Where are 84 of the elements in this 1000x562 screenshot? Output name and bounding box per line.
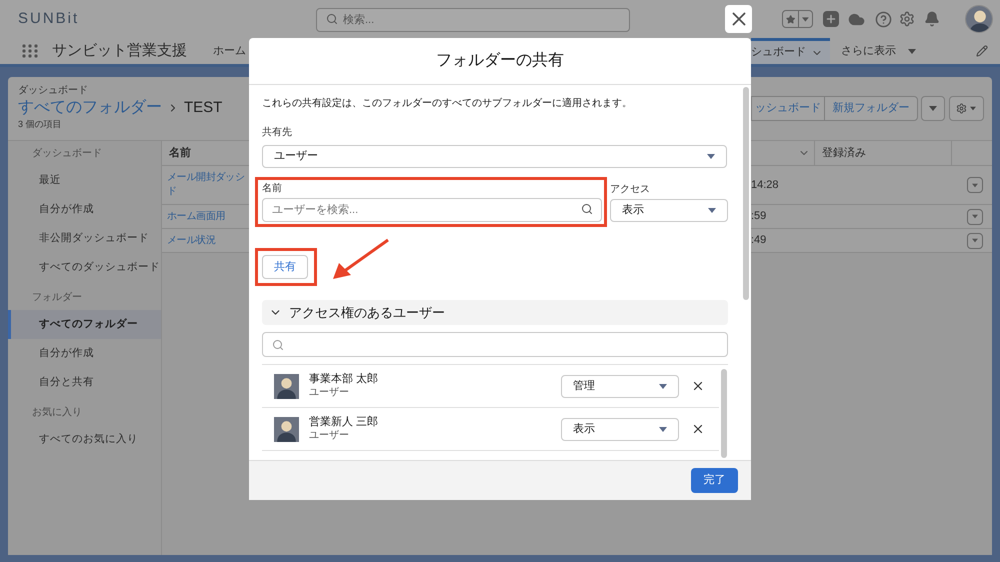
add-icon[interactable] (823, 11, 839, 27)
sidebar-heading: フォルダー (31, 291, 83, 305)
caret-icon (929, 106, 937, 111)
user-name: 営業新人 三郎 (309, 415, 378, 429)
gear-icon (956, 103, 967, 114)
search-icon (581, 203, 593, 215)
sidebar-item[interactable]: 非公開ダッシュボード (8, 224, 161, 253)
caret-icon (970, 106, 976, 110)
app-name: サンビット営業支援 (52, 40, 187, 61)
remove-icon[interactable] (691, 379, 705, 393)
avatar-icon (966, 6, 992, 32)
table-cell-text: 14:28 (751, 178, 779, 193)
caret-icon (908, 48, 916, 54)
user-name: 事業本部 太郎 (309, 372, 378, 386)
page-title: TEST (184, 98, 222, 118)
user-avatar[interactable] (965, 5, 993, 33)
search-icon (326, 13, 338, 25)
user-type: ユーザー (309, 429, 350, 443)
breadcrumb-link[interactable]: すべてのフォルダー (18, 98, 162, 118)
dashboard-link[interactable]: ド (167, 185, 249, 199)
caret-icon (972, 238, 978, 242)
avatar-icon (274, 416, 299, 442)
share-with-select[interactable]: ユーザー (262, 145, 727, 168)
scrollbar[interactable] (743, 87, 749, 300)
header-button[interactable]: 新規フォルダー (824, 97, 917, 120)
dashboard-link[interactable]: メール開封ダッシ (167, 171, 249, 185)
row-menu-button[interactable] (967, 208, 983, 224)
caret-icon (707, 154, 715, 159)
sidebar-item[interactable]: すべてのフォルダー (8, 310, 161, 339)
done-button[interactable]: 完了 (691, 468, 738, 493)
access-select[interactable]: 管理 (561, 374, 679, 398)
field-label: アクセス (610, 183, 651, 197)
nav-tab[interactable]: ホーム (213, 42, 246, 60)
sidebar-heading: ダッシュボード (31, 147, 103, 161)
search-icon (272, 338, 284, 350)
app-launcher-icon[interactable] (22, 44, 38, 58)
caret-icon (972, 214, 978, 218)
dialog-description: これらの共有設定は、このフォルダーのすべてのサブフォルダーに適用されます。 (262, 97, 633, 111)
user-search-field[interactable]: ユーザーを検索... (262, 198, 602, 222)
field-label: 名前 (262, 182, 283, 196)
object-label: ダッシュボード (18, 84, 89, 98)
favorites-button[interactable] (782, 10, 813, 28)
close-button[interactable] (725, 5, 752, 33)
sidebar-item[interactable]: すべてのダッシュボード (8, 253, 161, 282)
sidebar-item[interactable]: 自分が作成 (8, 339, 161, 368)
sidebar-item[interactable]: 自分と共有 (8, 368, 161, 397)
settings-button[interactable] (949, 96, 984, 121)
scrollbar[interactable] (720, 369, 726, 458)
caret-icon (972, 183, 978, 187)
column-header[interactable]: 名前 (162, 141, 249, 166)
share-button[interactable]: 共有 (262, 255, 308, 279)
user-type: ユーザー (309, 386, 350, 400)
dialog-title: フォルダーの共有 (436, 50, 564, 71)
star-icon (786, 14, 796, 24)
caret-icon (802, 16, 809, 22)
settings-icon[interactable] (899, 11, 915, 27)
access-select[interactable]: 表示 (610, 199, 728, 222)
field-label: 共有先 (262, 126, 293, 140)
more-tab[interactable]: さらに表示 (841, 38, 916, 64)
access-select[interactable]: 表示 (561, 418, 679, 440)
caret-icon (659, 426, 667, 432)
caret-icon (708, 208, 716, 213)
sidebar-heading: お気に入り (31, 406, 83, 420)
edit-icon[interactable] (976, 45, 988, 57)
avatar-icon (274, 374, 299, 398)
logo[interactable]: SUNBit (18, 10, 80, 27)
sidebar-item[interactable]: 最近 (8, 166, 161, 195)
bell-icon[interactable] (924, 11, 940, 27)
row-menu-button[interactable] (967, 232, 983, 248)
header-button[interactable]: ッシュボード (752, 97, 824, 120)
dropdown-button[interactable] (921, 96, 945, 121)
nav-tab[interactable]: シュボード (751, 38, 830, 64)
search-field[interactable]: 検索... (316, 8, 630, 32)
user-filter-field[interactable] (262, 332, 728, 357)
row-menu-button[interactable] (967, 177, 983, 193)
help-icon[interactable] (875, 10, 892, 28)
table-cell-text: :49 (751, 233, 766, 248)
caret-icon (659, 384, 667, 388)
table-cell-text: :59 (751, 209, 766, 224)
sidebar-item[interactable]: 自分が作成 (8, 195, 161, 224)
sidebar-item[interactable]: すべてのお気に入り (8, 425, 161, 454)
section-header[interactable]: アクセス権のあるユーザー (262, 300, 728, 325)
remove-icon[interactable] (691, 422, 705, 436)
item-count: 3 個の項目 (18, 118, 63, 131)
